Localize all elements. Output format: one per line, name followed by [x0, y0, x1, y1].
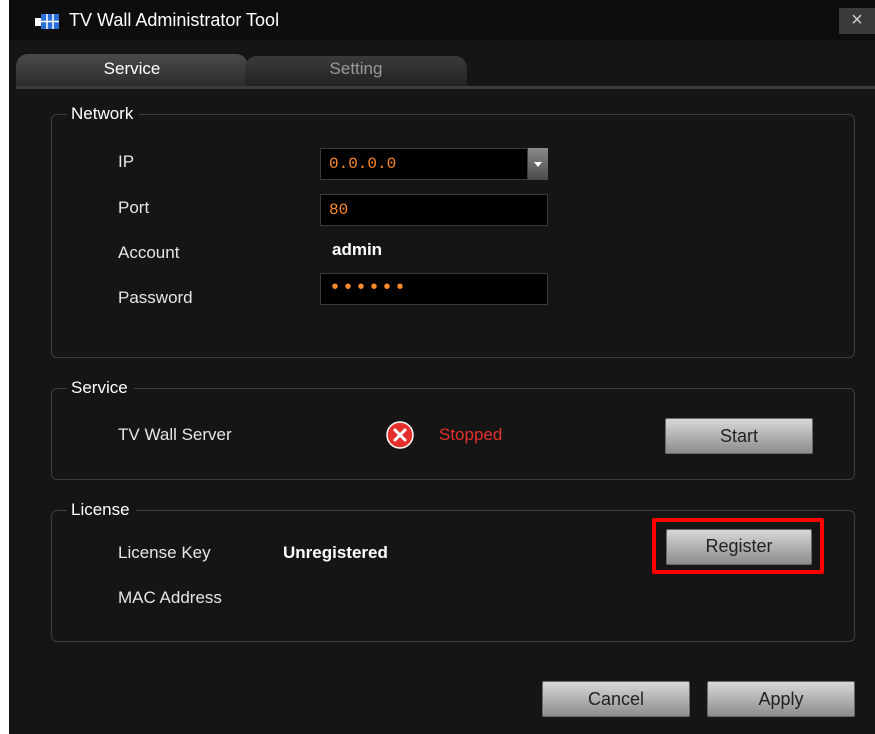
ip-label: IP [118, 152, 135, 171]
tab-underline [16, 86, 875, 89]
license-legend: License [67, 500, 136, 520]
apply-button[interactable]: Apply [707, 681, 855, 717]
password-label: Password [118, 288, 193, 307]
title-bar: TV Wall Administrator Tool × [9, 0, 875, 40]
dialog-window: TV Wall Administrator Tool × Service Set… [9, 0, 875, 734]
cancel-button[interactable]: Cancel [542, 681, 690, 717]
license-key-label: License Key [118, 543, 211, 562]
account-label: Account [118, 243, 180, 262]
service-status-text: Stopped [439, 425, 503, 444]
tv-wall-server-label: TV Wall Server [118, 425, 232, 444]
tab-service[interactable]: Service [16, 54, 248, 88]
register-button[interactable]: Register [666, 529, 812, 565]
error-status-icon [386, 421, 414, 449]
license-key-value: Unregistered [283, 543, 388, 562]
port-input[interactable]: 80 [320, 194, 548, 226]
close-button[interactable]: × [839, 8, 875, 34]
tab-setting[interactable]: Setting [245, 56, 467, 86]
tv-wall-app-icon [35, 14, 59, 29]
ip-select[interactable]: 0.0.0.0 [320, 148, 528, 180]
ip-value: 0.0.0.0 [329, 155, 397, 173]
password-input[interactable]: •••••• [320, 273, 548, 305]
service-legend: Service [67, 378, 134, 398]
start-button[interactable]: Start [665, 418, 813, 454]
window-title: TV Wall Administrator Tool [69, 10, 280, 30]
mac-address-label: MAC Address [118, 588, 222, 607]
port-label: Port [118, 198, 150, 217]
chevron-down-icon [534, 162, 542, 167]
network-legend: Network [67, 104, 140, 124]
account-value: admin [332, 240, 383, 259]
ip-dropdown-button[interactable] [528, 148, 548, 180]
